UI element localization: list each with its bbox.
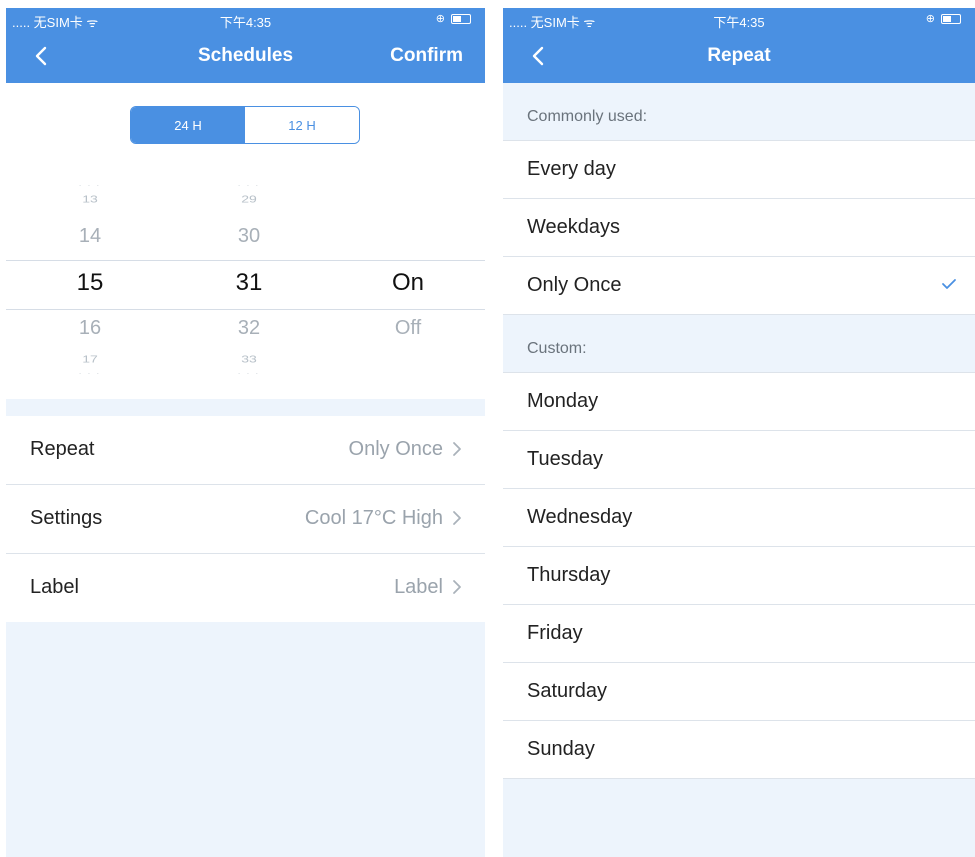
repeat-option-tuesday[interactable]: Tuesday: [503, 431, 975, 489]
status-bar: ..... 无SIM卡 ᯤ 下午4:35 ⊕: [6, 8, 485, 30]
repeat-option-monday[interactable]: Monday: [503, 373, 975, 431]
settings-row[interactable]: Settings Cool 17°C High: [6, 485, 485, 554]
row-value: Cool 17°C High: [304, 507, 443, 529]
battery-icon: [451, 13, 471, 24]
repeat-option-friday[interactable]: Friday: [503, 605, 975, 663]
hour-selected: 15: [76, 269, 104, 296]
schedules-screen: ..... 无SIM卡 ᯤ 下午4:35 ⊕ Schedules Confirm…: [6, 8, 485, 857]
status-time: 下午4:35: [713, 15, 765, 30]
label-row[interactable]: Label Label: [6, 554, 485, 622]
minute-option: 29: [241, 193, 257, 205]
row-label: Repeat: [30, 438, 95, 460]
hour-option: 14: [78, 225, 102, 247]
state-selected: On: [391, 269, 424, 296]
repeat-option-every-day[interactable]: Every day: [503, 141, 975, 199]
chevron-right-icon: [453, 442, 461, 456]
minute-wheel[interactable]: · · · 29 30 31 32 33 · · ·: [209, 181, 289, 391]
confirm-button[interactable]: Confirm: [390, 45, 463, 67]
orientation-lock-icon: ⊕: [435, 13, 445, 25]
minute-option: 33: [241, 353, 257, 365]
minute-option: 30: [237, 225, 261, 247]
nav-bar: Repeat: [503, 30, 975, 83]
nav-bar: Schedules Confirm: [6, 30, 485, 83]
repeat-option-sunday[interactable]: Sunday: [503, 721, 975, 779]
hour-option: 16: [78, 317, 102, 339]
battery-icon: [941, 13, 961, 24]
format-24h-button[interactable]: 24 H: [131, 107, 245, 143]
hour-format-toggle: 24 H 12 H: [130, 106, 360, 144]
time-picker-area: 24 H 12 H · · · 13 14 15 16 17 · · · · ·…: [6, 83, 485, 399]
row-label: Label: [30, 576, 79, 598]
format-12h-button[interactable]: 12 H: [245, 107, 359, 143]
minute-selected: 31: [235, 269, 263, 296]
repeat-option-only-once[interactable]: Only Once: [503, 257, 975, 315]
row-value: Only Once: [348, 438, 443, 460]
status-time: 下午4:35: [219, 15, 272, 30]
checkmark-icon: [942, 279, 956, 289]
state-option: Off: [394, 317, 422, 339]
page-title: Repeat: [707, 45, 771, 66]
hour-option: 13: [82, 193, 98, 205]
row-value: Label: [394, 576, 443, 598]
repeat-option-thursday[interactable]: Thursday: [503, 547, 975, 605]
repeat-option-wednesday[interactable]: Wednesday: [503, 489, 975, 547]
row-label: Settings: [30, 507, 103, 529]
repeat-options: Commonly used: Every day Weekdays Only O…: [503, 83, 975, 779]
hour-option: 17: [82, 353, 98, 365]
repeat-screen: ..... 无SIM卡 ᯤ 下午4:35 ⊕ Repeat Commonly u…: [503, 8, 975, 857]
repeat-option-saturday[interactable]: Saturday: [503, 663, 975, 721]
schedule-settings-list: Repeat Only Once Settings Cool 17°C High…: [6, 416, 485, 622]
hour-wheel[interactable]: · · · 13 14 15 16 17 · · ·: [50, 181, 130, 391]
orientation-lock-icon: ⊕: [925, 13, 935, 25]
repeat-row[interactable]: Repeat Only Once: [6, 416, 485, 485]
section-header-custom: Custom:: [503, 324, 975, 373]
section-header-common: Commonly used:: [503, 92, 975, 141]
status-bar: ..... 无SIM卡 ᯤ 下午4:35 ⊕: [503, 8, 975, 30]
chevron-right-icon: [453, 511, 461, 525]
on-off-wheel[interactable]: On Off: [368, 181, 448, 391]
repeat-option-weekdays[interactable]: Weekdays: [503, 199, 975, 257]
minute-option: 32: [237, 317, 261, 339]
chevron-right-icon: [453, 580, 461, 594]
